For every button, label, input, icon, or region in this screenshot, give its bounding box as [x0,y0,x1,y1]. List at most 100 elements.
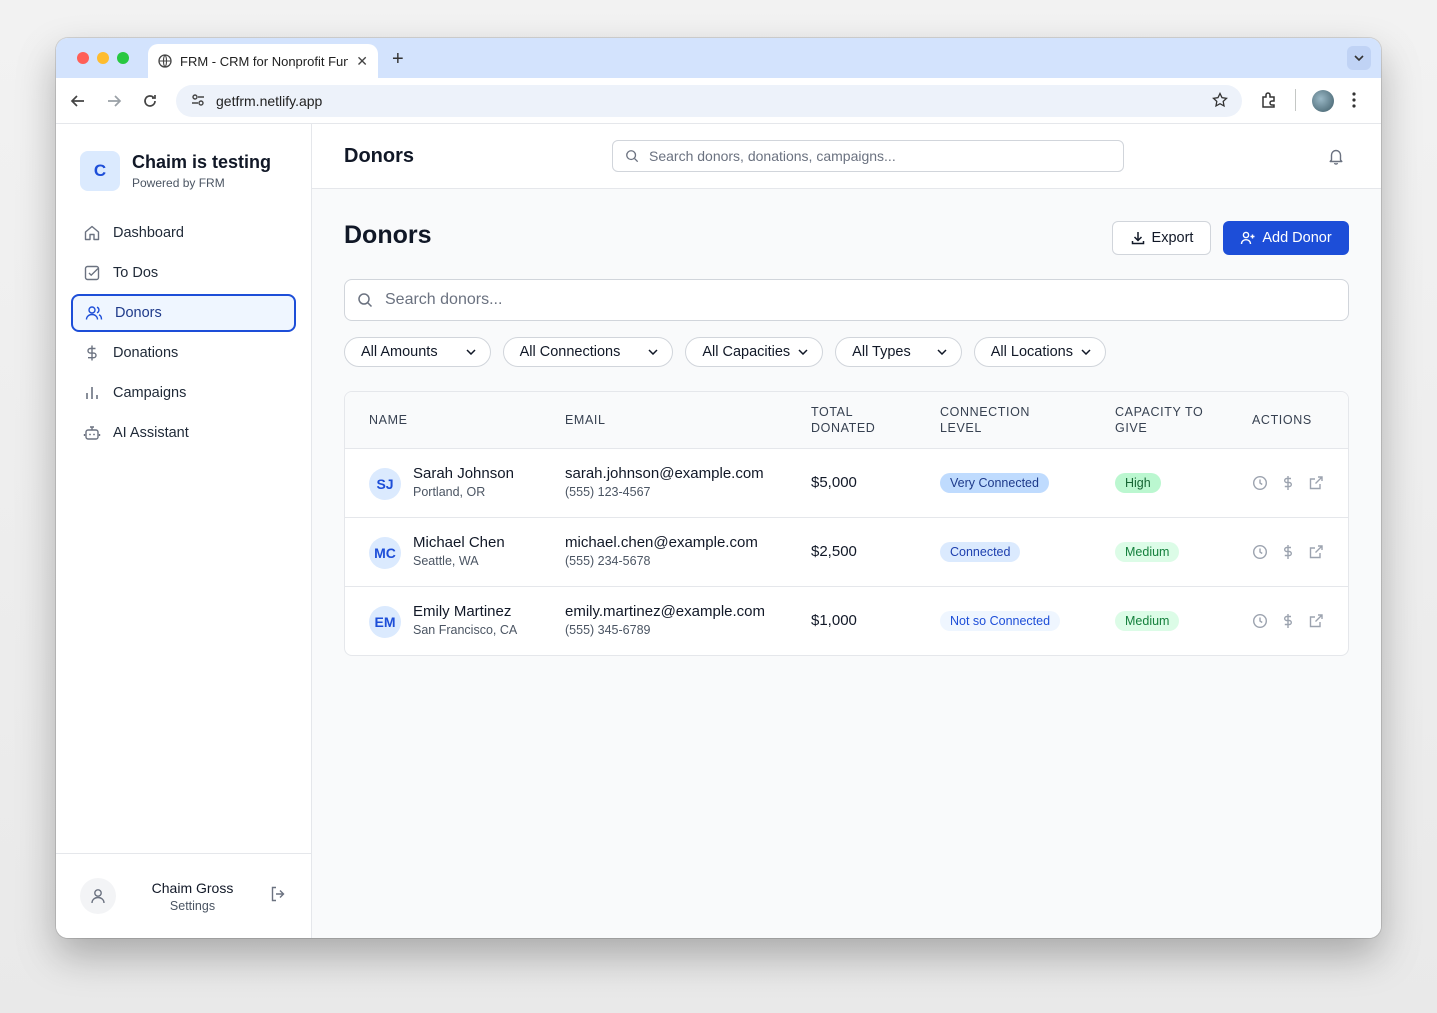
brand-name: Chaim is testing [132,152,272,172]
forward-arrow-icon[interactable] [104,91,124,111]
dollar-icon [87,345,97,361]
external-link-icon[interactable] [1308,613,1324,629]
bell-icon[interactable] [1327,147,1345,170]
sidebar-item-todos[interactable]: To Dos [71,254,296,292]
sidebar-item-campaigns[interactable]: Campaigns [71,374,296,412]
tab-title: FRM - CRM for Nonprofit Fundraising [180,53,349,69]
user-info[interactable]: Chaim Gross Settings [116,880,269,913]
page-title: Donors [344,221,432,249]
global-search[interactable] [612,140,1124,172]
filter-types[interactable]: All Types [835,337,962,367]
app-root: C Chaim is testing Powered by FRM Dashbo… [56,124,1381,938]
donor-email[interactable]: michael.chen@example.com [565,534,758,551]
column-header-name[interactable]: Name [369,412,408,428]
dollar-icon[interactable] [1280,613,1296,629]
user-footer: Chaim Gross Settings [56,853,311,938]
table-row[interactable]: SJ Sarah Johnson Portland, OR sarah.john… [345,449,1348,518]
clock-icon[interactable] [1252,613,1268,629]
filter-connections[interactable]: All Connections [502,337,674,367]
column-header-connection-level[interactable]: Connection Level [940,404,1050,436]
donors-table: Name Email Total Donated Connection Leve… [344,391,1349,656]
filter-locations[interactable]: All Locations [973,337,1106,367]
close-tab-icon[interactable]: ✕ [356,53,368,70]
global-search-input[interactable] [649,148,1111,164]
external-link-icon[interactable] [1308,544,1324,560]
donor-initials: SJ [369,468,401,500]
filter-label: All Capacities [702,344,791,360]
donor-email[interactable]: sarah.johnson@example.com [565,465,764,482]
clock-icon[interactable] [1252,475,1268,491]
filter-label: All Locations [990,344,1073,360]
new-tab-button[interactable]: + [392,48,404,71]
tab-search-button[interactable] [1347,46,1371,70]
export-button[interactable]: Export [1112,221,1211,255]
filter-amounts[interactable]: All Amounts [344,337,491,367]
donor-search-input[interactable] [385,291,1336,309]
filter-capacities[interactable]: All Capacities [685,337,824,367]
chevron-down-icon [937,349,947,355]
donor-search[interactable] [344,279,1349,321]
browser-tab-active[interactable]: FRM - CRM for Nonprofit Fundraising ✕ [148,44,378,78]
brand-subtitle: Powered by FRM [132,176,225,190]
sidebar-item-donors[interactable]: Donors [71,294,296,332]
external-link-icon[interactable] [1308,475,1324,491]
connection-badge: Not so Connected [940,611,1061,631]
globe-icon [158,54,172,68]
site-settings-icon[interactable] [190,92,206,111]
top-bar: Donors [312,124,1381,189]
user-name: Chaim Gross [151,879,234,896]
profile-avatar[interactable] [1312,90,1334,112]
donor-initials: EM [369,606,401,638]
add-donor-button[interactable]: Add Donor [1223,221,1349,255]
column-header-capacity[interactable]: Capacity to Give [1115,404,1225,436]
sidebar-item-dashboard[interactable]: Dashboard [71,214,296,252]
donor-name[interactable]: Sarah Johnson [413,465,514,482]
donor-location: Seattle, WA [413,554,479,568]
close-window-button[interactable] [77,52,89,64]
sidebar-item-label: Donations [113,345,179,361]
extensions-icon[interactable] [1260,91,1278,114]
sidebar-item-label: Donors [115,305,162,321]
sidebar-item-ai-assistant[interactable]: AI Assistant [71,414,296,452]
user-icon [91,889,105,904]
donor-total: $5,000 [811,474,857,491]
clock-icon[interactable] [1252,544,1268,560]
header-title: Donors [344,145,414,167]
sidebar-item-label: Campaigns [113,385,187,401]
reload-icon[interactable] [140,91,160,111]
table-row[interactable]: MC Michael Chen Seattle, WA michael.chen… [345,518,1348,587]
sidebar-item-donations[interactable]: Donations [71,334,296,372]
column-header-actions: Actions [1252,413,1312,427]
back-arrow-icon[interactable] [68,91,88,111]
brand-logo: C [80,151,120,191]
avatar[interactable] [80,878,116,914]
address-bar[interactable]: getfrm.netlify.app [176,85,1242,117]
dollar-icon[interactable] [1280,475,1296,491]
sidebar-item-label: AI Assistant [113,425,189,441]
browser-menu-icon[interactable] [1352,91,1356,114]
capacity-badge: Medium [1115,611,1180,631]
column-header-total-donated[interactable]: Total Donated [811,404,891,436]
bar-chart-icon [86,387,98,399]
bot-icon [83,426,101,440]
chevron-down-icon [798,349,808,355]
chevron-down-icon [1081,349,1091,355]
sidebar-item-label: Dashboard [113,225,184,241]
connection-badge: Very Connected [940,473,1049,493]
column-header-email[interactable]: Email [565,412,606,428]
dollar-icon[interactable] [1280,544,1296,560]
table-row[interactable]: EM Emily Martinez San Francisco, CA emil… [345,587,1348,655]
row-actions [1252,613,1324,629]
donor-name[interactable]: Michael Chen [413,534,505,551]
settings-link[interactable]: Settings [116,899,269,913]
row-actions [1252,475,1324,491]
minimize-window-button[interactable] [97,52,109,64]
logout-icon[interactable] [269,885,287,908]
donor-name[interactable]: Emily Martinez [413,603,517,620]
maximize-window-button[interactable] [117,52,129,64]
donor-email[interactable]: emily.martinez@example.com [565,603,765,620]
bookmark-star-icon[interactable] [1212,91,1228,111]
search-icon [626,150,639,163]
browser-toolbar: getfrm.netlify.app [56,78,1381,124]
add-donor-label: Add Donor [1262,230,1332,246]
